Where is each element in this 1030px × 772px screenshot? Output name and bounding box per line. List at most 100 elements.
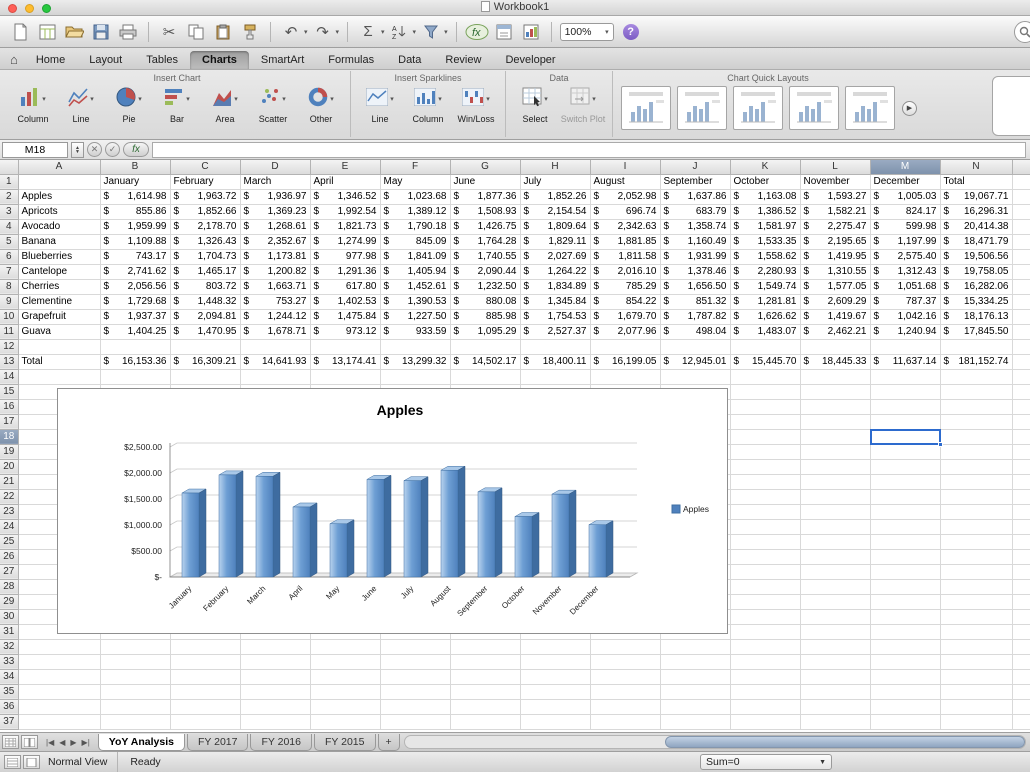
cell-F36[interactable] — [380, 699, 450, 714]
cell-J5[interactable]: $1,160.49 — [660, 234, 730, 249]
aggregate-dropdown[interactable]: Sum=0▼ — [700, 754, 832, 770]
cell-M25[interactable] — [870, 534, 940, 549]
cell-E8[interactable]: $617.80 — [310, 279, 380, 294]
ribbon-tab-charts[interactable]: Charts — [190, 51, 249, 69]
cell-E5[interactable]: $1,274.99 — [310, 234, 380, 249]
cell-F3[interactable]: $1,389.12 — [380, 204, 450, 219]
cell-G14[interactable] — [450, 369, 520, 384]
cell-B35[interactable] — [100, 684, 170, 699]
cell-F32[interactable] — [380, 639, 450, 654]
cell-N33[interactable] — [940, 654, 1012, 669]
cell-I12[interactable] — [590, 339, 660, 354]
cell-J33[interactable] — [660, 654, 730, 669]
accept-entry-button[interactable]: ✓ — [105, 142, 120, 157]
filter-menu-caret[interactable]: ▾ — [444, 28, 448, 36]
cell-J34[interactable] — [660, 669, 730, 684]
row-header-5[interactable]: 5 — [0, 234, 18, 249]
cell-N18[interactable] — [940, 429, 1012, 444]
cell-N9[interactable]: $15,334.25 — [940, 294, 1012, 309]
sort-button[interactable]: AZ — [388, 20, 412, 44]
cell-D4[interactable]: $1,268.61 — [240, 219, 310, 234]
row-header-35[interactable]: 35 — [0, 684, 18, 699]
cell-J3[interactable]: $683.79 — [660, 204, 730, 219]
cell-M20[interactable] — [870, 459, 940, 474]
formula-builder-icon[interactable] — [492, 20, 516, 44]
cancel-entry-button[interactable]: ✕ — [87, 142, 102, 157]
row-header-30[interactable]: 30 — [0, 609, 18, 624]
row-header-18[interactable]: 18 — [0, 429, 18, 444]
first-sheet-button[interactable]: |◀ — [44, 738, 56, 747]
row-header-9[interactable]: 9 — [0, 294, 18, 309]
cell-G35[interactable] — [450, 684, 520, 699]
cell-I8[interactable]: $785.29 — [590, 279, 660, 294]
cell-D13[interactable]: $14,641.93 — [240, 354, 310, 369]
cell-A9[interactable]: Clementine — [18, 294, 100, 309]
cell-A11[interactable]: Guava — [18, 324, 100, 339]
cell-N11[interactable]: $17,845.50 — [940, 324, 1012, 339]
cell-F37[interactable] — [380, 714, 450, 729]
cell-K26[interactable] — [730, 549, 800, 564]
cell-M6[interactable]: $2,575.40 — [870, 249, 940, 264]
cell-K35[interactable] — [730, 684, 800, 699]
cell-M29[interactable] — [870, 594, 940, 609]
cell-H12[interactable] — [520, 339, 590, 354]
prev-sheet-button[interactable]: ◀ — [57, 738, 67, 747]
cell-L34[interactable] — [800, 669, 870, 684]
cell-N36[interactable] — [940, 699, 1012, 714]
column-header-h[interactable]: H — [520, 160, 590, 174]
row-header-13[interactable]: 13 — [0, 354, 18, 369]
cell-M35[interactable] — [870, 684, 940, 699]
cell-L24[interactable] — [800, 519, 870, 534]
cell-M31[interactable] — [870, 624, 940, 639]
cell-I6[interactable]: $1,811.58 — [590, 249, 660, 264]
cell-H9[interactable]: $1,345.84 — [520, 294, 590, 309]
cell-G2[interactable]: $1,877.36 — [450, 189, 520, 204]
cell-N6[interactable]: $19,506.56 — [940, 249, 1012, 264]
cell-G7[interactable]: $2,090.44 — [450, 264, 520, 279]
cell-M34[interactable] — [870, 669, 940, 684]
cell-M23[interactable] — [870, 504, 940, 519]
cell-D32[interactable] — [240, 639, 310, 654]
cell-M7[interactable]: $1,312.43 — [870, 264, 940, 279]
cell-K31[interactable] — [730, 624, 800, 639]
cell-C5[interactable]: $1,326.43 — [170, 234, 240, 249]
cell-K6[interactable]: $1,558.62 — [730, 249, 800, 264]
column-chart-button[interactable]: ▾Column — [10, 84, 56, 124]
cell-J37[interactable] — [660, 714, 730, 729]
cell-M2[interactable]: $1,005.03 — [870, 189, 940, 204]
horizontal-scrollbar[interactable] — [404, 735, 1026, 749]
cell-C33[interactable] — [170, 654, 240, 669]
cell-E4[interactable]: $1,821.73 — [310, 219, 380, 234]
cell-B37[interactable] — [100, 714, 170, 729]
cell-H13[interactable]: $18,400.11 — [520, 354, 590, 369]
cell-L19[interactable] — [800, 444, 870, 459]
cell-I37[interactable] — [590, 714, 660, 729]
cell-L10[interactable]: $1,419.67 — [800, 309, 870, 324]
cell-K7[interactable]: $2,280.93 — [730, 264, 800, 279]
row-header-22[interactable]: 22 — [0, 489, 18, 504]
cell-E33[interactable] — [310, 654, 380, 669]
cell-H10[interactable]: $1,754.53 — [520, 309, 590, 324]
cell-E7[interactable]: $1,291.36 — [310, 264, 380, 279]
cell-B12[interactable] — [100, 339, 170, 354]
row-header-12[interactable]: 12 — [0, 339, 18, 354]
undo-button[interactable]: ↶ — [279, 20, 303, 44]
sheet-tab-yoy-analysis[interactable]: YoY Analysis — [98, 734, 185, 751]
cell-G4[interactable]: $1,426.75 — [450, 219, 520, 234]
cell-M26[interactable] — [870, 549, 940, 564]
ribbon-tab-data[interactable]: Data — [386, 51, 433, 69]
cell-B8[interactable]: $2,056.56 — [100, 279, 170, 294]
cell-K12[interactable] — [730, 339, 800, 354]
cell-K8[interactable]: $1,549.74 — [730, 279, 800, 294]
quick-layouts-pager-button[interactable]: ▶ — [902, 101, 917, 116]
cell-K4[interactable]: $1,581.97 — [730, 219, 800, 234]
cell-B3[interactable]: $855.86 — [100, 204, 170, 219]
horizontal-scroll-thumb[interactable] — [665, 736, 1025, 748]
cell-H33[interactable] — [520, 654, 590, 669]
cell-J13[interactable]: $12,945.01 — [660, 354, 730, 369]
cell-I33[interactable] — [590, 654, 660, 669]
cell-F33[interactable] — [380, 654, 450, 669]
cell-L30[interactable] — [800, 609, 870, 624]
cell-L17[interactable] — [800, 414, 870, 429]
cell-A32[interactable] — [18, 639, 100, 654]
